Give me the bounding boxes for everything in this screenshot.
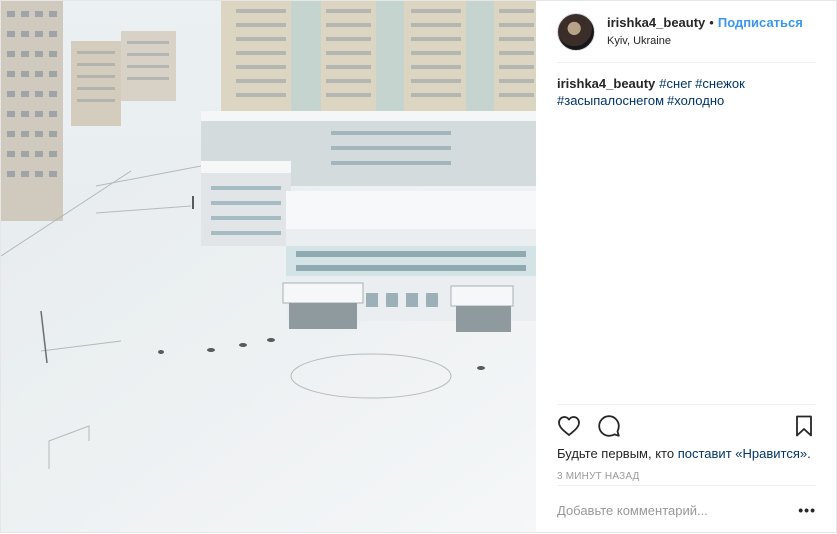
- action-bar: [557, 405, 816, 445]
- hashtag[interactable]: #снег: [659, 76, 692, 91]
- speech-bubble-icon[interactable]: [597, 414, 621, 438]
- post-side-panel: irishka4_beauty • Подписаться Kyiv, Ukra…: [536, 1, 836, 532]
- post-photo[interactable]: [1, 1, 536, 532]
- comment-bar: •••: [557, 485, 816, 534]
- likes-text: Будьте первым, кто поставит «Нравится».: [557, 445, 816, 463]
- likes-prefix: Будьте первым, кто: [557, 446, 675, 461]
- ellipsis-icon[interactable]: •••: [792, 502, 816, 518]
- header-text: irishka4_beauty • Подписаться Kyiv, Ukra…: [607, 15, 803, 49]
- likes-suffix: .: [807, 446, 811, 461]
- like-link[interactable]: поставит «Нравится»: [678, 446, 807, 461]
- header-row: irishka4_beauty • Подписаться: [607, 15, 803, 31]
- post-header: irishka4_beauty • Подписаться Kyiv, Ukra…: [557, 1, 816, 63]
- comment-input[interactable]: [557, 502, 792, 518]
- instagram-post: irishka4_beauty • Подписаться Kyiv, Ukra…: [0, 0, 837, 533]
- hashtag[interactable]: #холодно: [667, 93, 724, 108]
- hashtag[interactable]: #засыпалоснегом: [557, 93, 664, 108]
- caption-username[interactable]: irishka4_beauty: [557, 76, 655, 91]
- heart-outline-icon[interactable]: [557, 414, 581, 438]
- separator-dot: •: [709, 14, 714, 30]
- post-timestamp[interactable]: 3 МИНУТ НАЗАД: [557, 471, 816, 482]
- follow-button[interactable]: Подписаться: [718, 15, 803, 31]
- username-link[interactable]: irishka4_beauty: [607, 15, 705, 31]
- caption: irishka4_beauty #снег #снежок #засыпалоснег…: [557, 63, 816, 109]
- avatar[interactable]: [557, 12, 595, 51]
- post-footer: Будьте первым, кто поставит «Нравится». …: [557, 404, 816, 518]
- snowy-school-photo: [1, 1, 536, 532]
- hashtag[interactable]: #снежок: [695, 76, 745, 91]
- bookmark-icon[interactable]: [792, 414, 816, 438]
- location-link[interactable]: Kyiv, Ukraine: [607, 33, 803, 49]
